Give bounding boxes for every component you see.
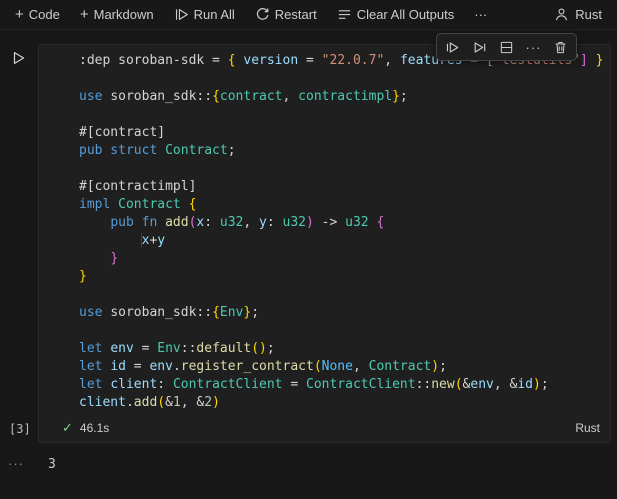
code-line[interactable]: x+y [79, 232, 604, 250]
trash-icon [553, 40, 568, 55]
run-all-icon [174, 7, 189, 22]
clear-all-outputs-label: Clear All Outputs [356, 7, 455, 22]
split-cell-icon [499, 40, 514, 55]
execute-below-button[interactable] [467, 36, 492, 58]
output-value: 3 [48, 456, 56, 472]
code-line[interactable]: use soroban_sdk::{Env}; [79, 304, 604, 322]
plus-icon: + [15, 6, 24, 23]
run-all-button[interactable]: Run All [167, 4, 242, 25]
cell-container: :dep soroban-sdk = { version = "22.0.7",… [38, 44, 611, 443]
toolbar-more-button[interactable]: ··· [467, 4, 494, 25]
code-line[interactable] [79, 286, 604, 304]
new-code-cell-label: Code [28, 7, 60, 22]
new-markdown-cell-button[interactable]: + Markdown [73, 4, 161, 25]
person-icon [554, 7, 569, 22]
execute-below-icon [472, 40, 487, 55]
output-gutter: ··· [0, 455, 38, 473]
restart-kernel-button[interactable]: Restart [248, 4, 324, 25]
code-line[interactable]: impl Contract { [79, 196, 604, 214]
code-line[interactable]: use soroban_sdk::{contract, contractimpl… [79, 88, 604, 106]
code-lines: :dep soroban-sdk = { version = "22.0.7",… [79, 52, 604, 412]
delete-cell-button[interactable] [548, 36, 573, 58]
cell-more-actions-button[interactable]: ··· [521, 36, 546, 58]
kernel-picker[interactable]: Rust [547, 4, 609, 25]
code-line[interactable]: } [79, 250, 604, 268]
code-line[interactable]: #[contract] [79, 124, 604, 142]
code-line[interactable] [79, 322, 604, 340]
kernel-label: Rust [575, 7, 602, 22]
execute-above-button[interactable] [440, 36, 465, 58]
cell-gutter: [3] [0, 44, 38, 443]
run-all-label: Run All [193, 7, 235, 22]
restart-icon [255, 7, 270, 22]
more-icon: ··· [525, 39, 542, 55]
clear-all-outputs-button[interactable]: Clear All Outputs [330, 4, 462, 25]
code-line[interactable] [79, 106, 604, 124]
output-more-button[interactable]: ··· [8, 456, 24, 471]
notebook-toolbar: + Code + Markdown Run All Restart Clear … [0, 0, 617, 30]
code-editor[interactable]: :dep soroban-sdk = { version = "22.0.7",… [39, 45, 610, 417]
code-line[interactable]: #[contractimpl] [79, 178, 604, 196]
execute-above-icon [445, 40, 460, 55]
code-line[interactable]: let id = env.register_contract(None, Con… [79, 358, 604, 376]
success-check-icon: ✓ [62, 420, 73, 435]
code-line[interactable]: let client: ContractClient = ContractCli… [79, 376, 604, 394]
cell-output: ··· 3 [0, 455, 617, 473]
plus-icon: + [79, 6, 89, 23]
new-code-cell-button[interactable]: + Code [8, 4, 67, 25]
code-line[interactable] [79, 160, 604, 178]
code-line[interactable]: pub struct Contract; [79, 142, 604, 160]
code-line[interactable]: client.add(&1, &2) [79, 394, 604, 412]
more-icon: ··· [474, 7, 488, 22]
restart-label: Restart [274, 7, 317, 22]
execution-count: [3] [9, 422, 31, 436]
split-cell-button[interactable] [494, 36, 519, 58]
clear-all-outputs-icon [337, 7, 352, 22]
code-line[interactable]: let env = Env::default(); [79, 340, 604, 358]
code-line[interactable]: } [79, 268, 604, 286]
run-cell-button[interactable] [9, 49, 27, 67]
code-line[interactable] [79, 70, 604, 88]
code-line[interactable]: pub fn add(x: u32, y: u32) -> u32 { [79, 214, 604, 232]
code-cell: [3] :dep soroban-sdk = { version = "22.0… [0, 44, 611, 443]
execution-duration: 46.1s [79, 421, 110, 435]
cell-toolbar: ··· [436, 33, 577, 61]
cell-language-picker[interactable]: Rust [575, 421, 600, 435]
new-markdown-cell-label: Markdown [93, 7, 154, 22]
cell-status-bar: ✓ 46.1s Rust [39, 417, 610, 442]
